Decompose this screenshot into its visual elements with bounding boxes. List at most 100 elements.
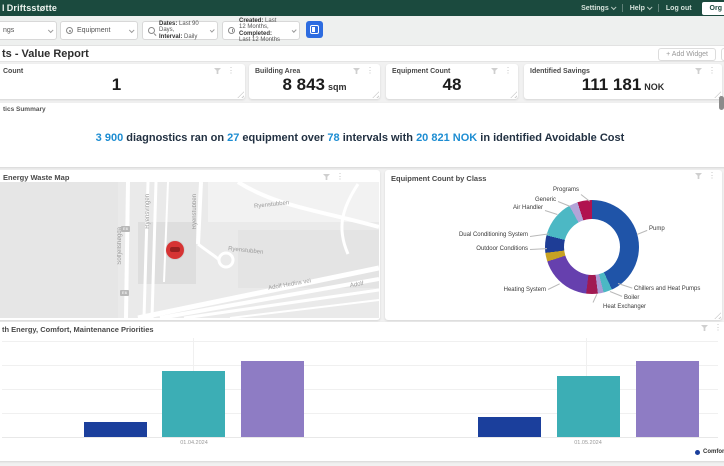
report-header: ts - Value Report + Add Widget — [0, 46, 724, 62]
bar-maintenance[interactable] — [636, 361, 699, 437]
donut-label: Heating System — [504, 287, 546, 293]
chevron-down-icon — [129, 27, 135, 33]
app-logo-fragment: l — [2, 3, 5, 13]
label-connector — [593, 294, 598, 303]
dates-filter-text: Dates: Last 90 Days, Interval: Daily — [159, 21, 202, 41]
label-connector — [558, 201, 570, 207]
donut-label: Dual Conditioning System — [459, 232, 528, 238]
label-connector — [548, 283, 560, 290]
chevron-down-icon — [611, 4, 617, 10]
top-navbar: l Driftsstøtte Settings Help Log out Org — [0, 0, 724, 16]
kpi-unit: sqm — [328, 82, 347, 92]
kpi-card-equipment-count: Equipment Count ⋮ 48 — [386, 64, 518, 99]
summary-title: tics Summary — [3, 106, 46, 113]
label-connector — [610, 291, 622, 297]
chart-legend: Comfort Energy — [0, 449, 724, 459]
filter-icon[interactable] — [695, 173, 702, 179]
label-connector — [618, 283, 633, 289]
kebab-menu-icon[interactable]: ⋮ — [708, 68, 716, 74]
kpi-label: Identified Savings — [530, 68, 590, 75]
page-title: ts - Value Report — [2, 48, 89, 60]
building-map-marker[interactable] — [166, 241, 184, 259]
x-axis-label: 01.05.2024 — [548, 440, 628, 446]
donut-label: Generic — [535, 197, 556, 203]
chevron-down-icon — [292, 27, 297, 32]
kpi-value: 48 — [386, 75, 518, 95]
created-filter-text: Created: Last 12 Months, Completed: Last… — [239, 18, 284, 44]
kpi-value: 111 181NOK — [524, 75, 722, 95]
filter-icon[interactable] — [491, 68, 498, 74]
donut-hole — [564, 219, 620, 275]
kpi-card-identified-savings: Identified Savings ⋮ 111 181NOK — [524, 64, 722, 99]
add-widget-button[interactable]: + Add Widget — [658, 48, 716, 61]
dashboard-icon — [310, 25, 319, 34]
settings-menu[interactable]: Settings — [581, 5, 615, 12]
donut-title: Equipment Count by Class — [391, 174, 486, 183]
help-menu[interactable]: Help — [630, 5, 651, 12]
gear-icon — [66, 27, 73, 34]
bar-maintenance[interactable] — [241, 361, 304, 437]
kpi-card-building-area: Building Area ⋮ 8 843sqm — [249, 64, 380, 99]
donut-label: Air Handler — [513, 205, 543, 211]
road-badge: E6 — [121, 226, 130, 232]
summary-sentence: 3 900 diagnostics ran on 27 equipment ov… — [0, 132, 724, 144]
diagnostics-summary-card: tics Summary 3 900 diagnostics ran on 27… — [0, 103, 724, 167]
chevron-down-icon — [210, 27, 215, 32]
map-title: Energy Waste Map — [3, 173, 69, 182]
vertical-scrollbar-thumb[interactable] — [719, 96, 724, 110]
kebab-menu-icon[interactable]: ⋮ — [504, 68, 512, 74]
label-connector — [637, 230, 648, 235]
bar-comfort[interactable] — [84, 422, 147, 437]
chevron-down-icon — [647, 4, 653, 10]
bar-energy[interactable] — [162, 371, 225, 437]
buildings-filter-dropdown[interactable]: ngs — [0, 21, 57, 40]
filter-icon[interactable] — [323, 174, 330, 180]
divider — [658, 4, 659, 12]
map-canvas[interactable]: Ryensvingen Ryenstubben Ryenstubben Ryen… — [0, 182, 379, 318]
filter-icon[interactable] — [214, 68, 221, 74]
x-axis-label: 01.04.2024 — [154, 440, 234, 446]
chevron-down-icon — [48, 27, 54, 33]
donut-label: Heat Exchanger — [603, 304, 646, 310]
kpi-label: Count — [3, 68, 23, 75]
equipment-count-by-class-card: Equipment Count by Class ⋮ Programs Gene… — [385, 170, 722, 320]
donut-label: Chillers and Heat Pumps — [634, 286, 700, 292]
logout-button[interactable]: Log out — [666, 5, 692, 12]
kpi-unit: NOK — [644, 82, 664, 92]
street-label: Solfjellshøgda — [117, 227, 123, 265]
donut-label: Boiler — [624, 295, 639, 301]
kpi-value: 1 — [0, 75, 245, 95]
label-connector — [545, 210, 558, 215]
legend-dot — [695, 450, 700, 455]
energy-waste-map-card: Energy Waste Map ⋮ Ryensvingen Ryenstubb… — [0, 170, 380, 320]
kpi-label: Equipment Count — [392, 68, 450, 75]
donut-label: Programs — [553, 187, 579, 193]
map-roads — [0, 182, 379, 318]
divider — [622, 4, 623, 12]
donut-label: Outdoor Conditions — [476, 246, 528, 252]
equipment-filter-dropdown[interactable]: Equipment — [60, 21, 138, 40]
resize-handle[interactable] — [714, 312, 721, 319]
street-label: Ryensvingen — [145, 194, 151, 229]
filter-bar: ngs Equipment Dates: Last 90 Days, Inter… — [0, 16, 724, 46]
kpi-label: Building Area — [255, 68, 300, 75]
kebab-menu-icon[interactable]: ⋮ — [366, 68, 374, 74]
kebab-menu-icon[interactable]: ⋮ — [227, 68, 235, 74]
filter-icon[interactable] — [695, 68, 702, 74]
legend-item[interactable]: Comfort — [695, 449, 724, 455]
app-title: Driftsstøtte — [7, 3, 57, 13]
apply-filters-button[interactable] — [306, 21, 323, 38]
dates-filter-dropdown[interactable]: Dates: Last 90 Days, Interval: Daily — [142, 21, 218, 40]
equipment-filter-label: Equipment — [77, 27, 110, 34]
org-button[interactable]: Org — [702, 2, 724, 15]
street-label: Ryenstubben — [192, 194, 198, 229]
bar-energy[interactable] — [557, 376, 620, 437]
filter-icon[interactable] — [353, 68, 360, 74]
bar-comfort[interactable] — [478, 417, 541, 437]
clock-icon — [228, 27, 235, 34]
road-badge: E6 — [120, 290, 129, 296]
kebab-menu-icon[interactable]: ⋮ — [708, 173, 716, 179]
created-filter-dropdown[interactable]: Created: Last 12 Months, Completed: Last… — [222, 21, 300, 40]
kebab-menu-icon[interactable]: ⋮ — [336, 174, 344, 180]
donut-label: Pump — [649, 226, 665, 232]
